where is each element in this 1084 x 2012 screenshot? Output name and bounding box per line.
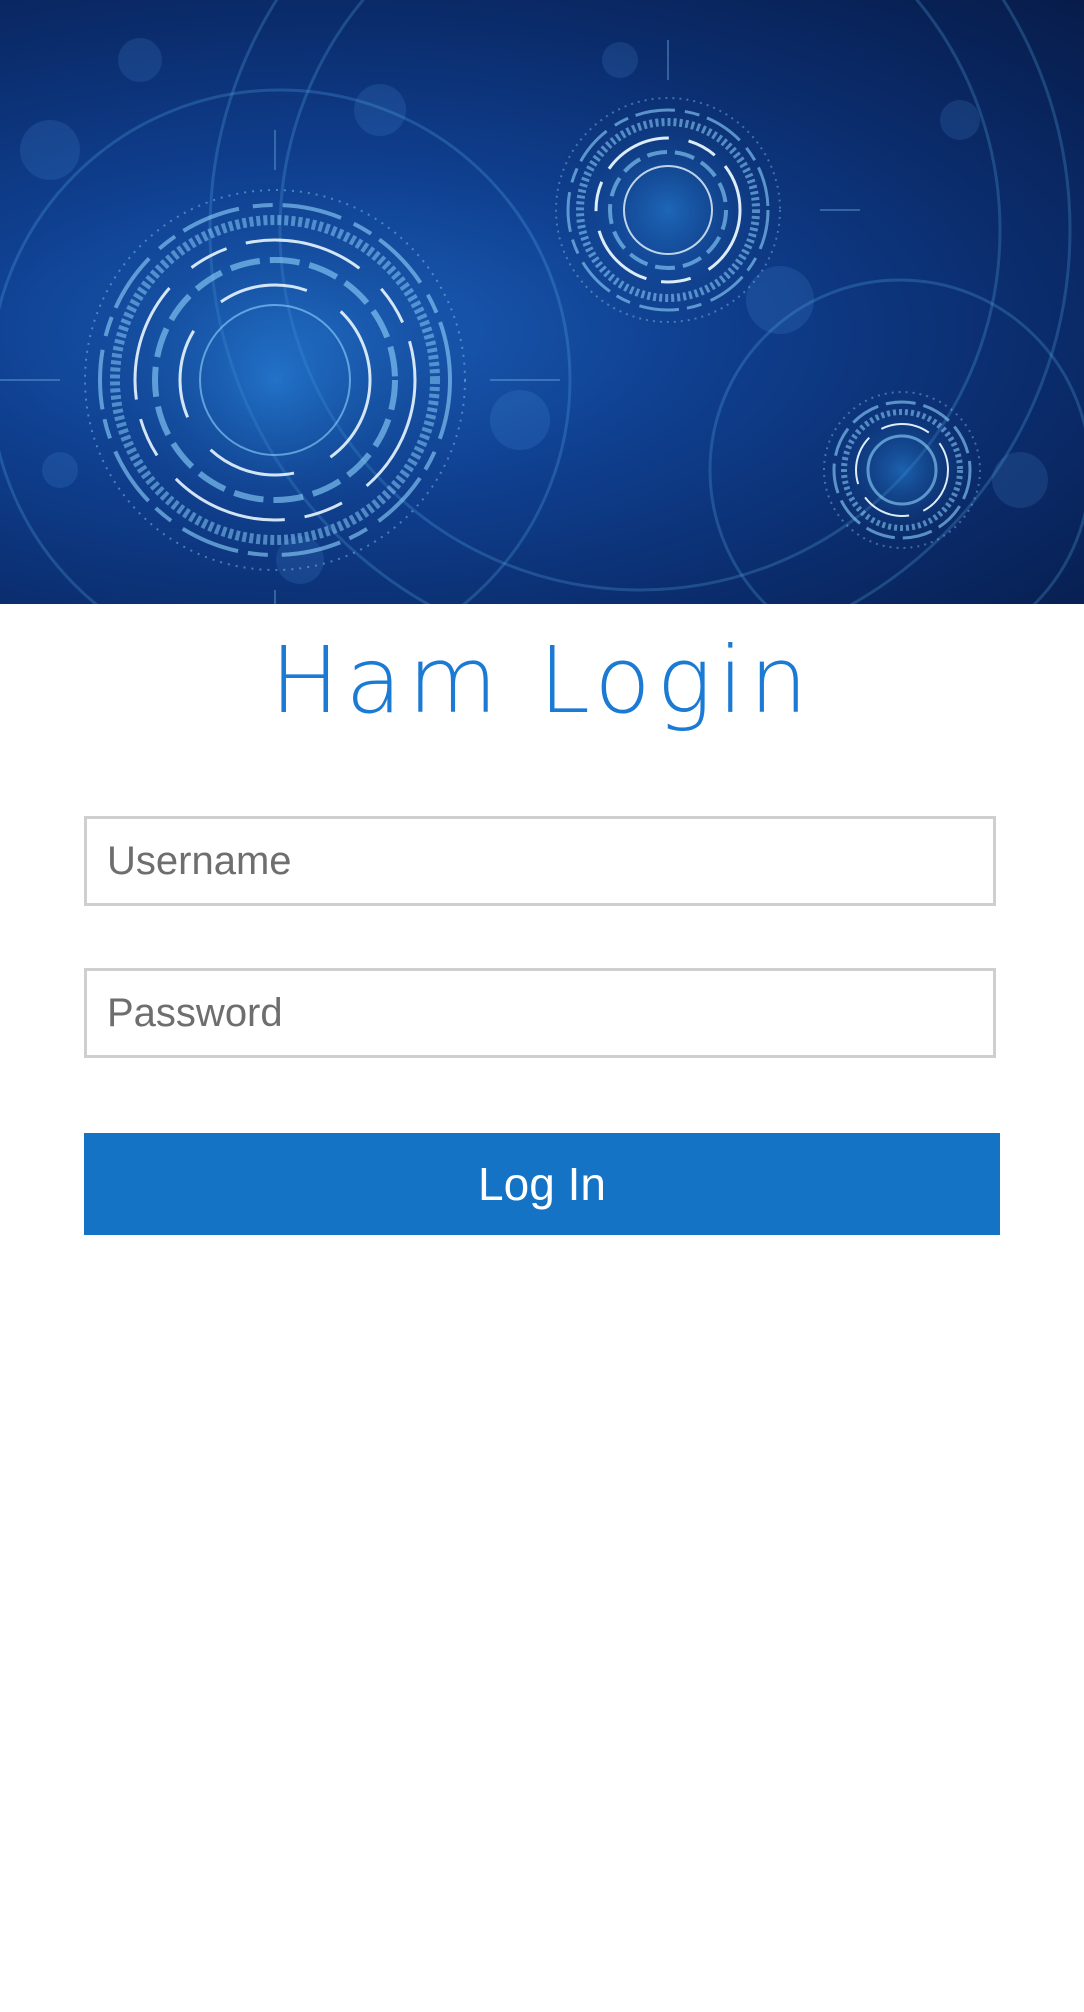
password-input[interactable] (84, 968, 996, 1058)
page-title: Ham Login (270, 627, 814, 734)
tech-circles-graphic (0, 0, 1084, 604)
hero-banner-image (0, 0, 1084, 604)
login-button[interactable]: Log In (84, 1133, 1000, 1235)
login-page: Ham Login Log In (0, 0, 1084, 2012)
username-input[interactable] (84, 816, 996, 906)
